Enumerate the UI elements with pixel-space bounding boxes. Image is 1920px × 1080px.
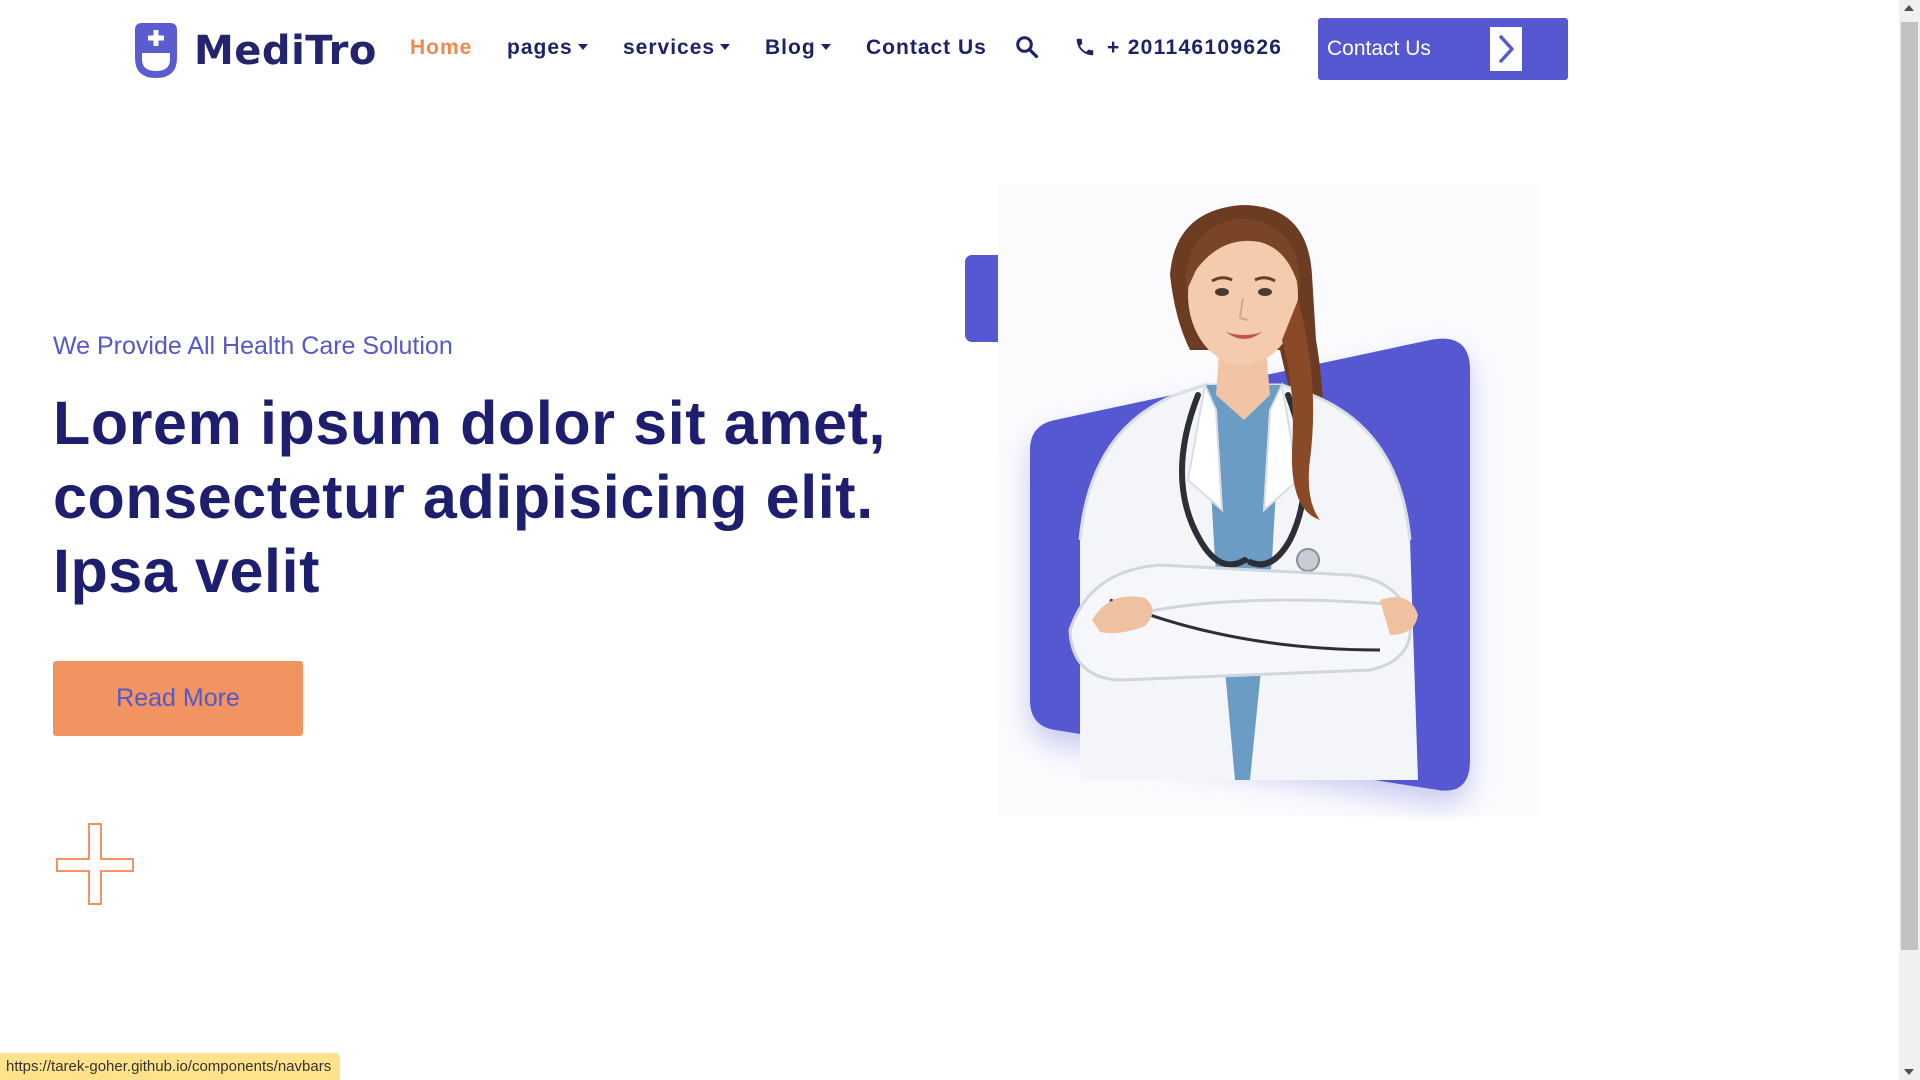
read-more-button[interactable]: Read More <box>53 661 303 736</box>
nav-services-label: services <box>623 36 716 59</box>
nav-blog-label: Blog <box>765 36 816 59</box>
caret-down-icon <box>820 44 831 50</box>
contact-us-button-label: Contact Us <box>1327 37 1431 60</box>
doctor-portrait <box>998 184 1540 816</box>
brand-logo[interactable]: MediTro <box>131 20 377 82</box>
nav-home[interactable]: Home <box>410 34 472 62</box>
hero-headline: Lorem ipsum dolor sit amet, consectetur … <box>53 389 887 605</box>
phone-number[interactable]: + 201146109626 <box>1107 34 1282 62</box>
medical-shield-icon <box>135 23 177 78</box>
scroll-down-arrow-icon[interactable] <box>1904 1069 1914 1075</box>
chevron-right-icon <box>1490 27 1522 71</box>
scrollbar-thumb[interactable] <box>1901 22 1918 950</box>
caret-down-icon <box>577 44 588 50</box>
caret-down-icon <box>720 44 731 50</box>
phone-icon <box>1076 38 1094 56</box>
nav-services[interactable]: services <box>623 34 731 62</box>
nav-pages[interactable]: pages <box>507 34 588 62</box>
brand-name: MediTro <box>194 28 377 74</box>
plus-outline-icon <box>56 823 134 905</box>
status-bar-url: https://tarek-goher.github.io/components… <box>0 1053 341 1080</box>
nav-pages-label: pages <box>507 36 573 59</box>
hero-kicker: We Provide All Health Care Solution <box>53 332 453 360</box>
contact-us-button[interactable]: Contact Us <box>1318 18 1568 80</box>
nav-blog[interactable]: Blog <box>765 34 831 62</box>
vertical-scrollbar[interactable] <box>1899 0 1920 1080</box>
scroll-up-arrow-icon[interactable] <box>1904 5 1914 11</box>
search-icon[interactable] <box>1015 35 1039 59</box>
nav-contact-us[interactable]: Contact Us <box>866 34 987 62</box>
